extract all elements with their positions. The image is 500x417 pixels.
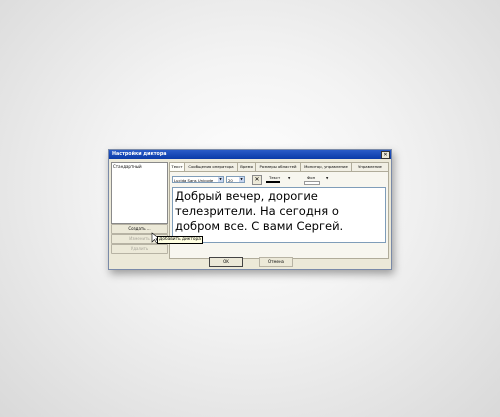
close-icon: ✕ <box>254 176 260 183</box>
font-name-select[interactable]: Lucida Sans Unicode ▼ <box>172 176 224 183</box>
tab-area-sizes[interactable]: Размеры областей <box>255 162 301 171</box>
ok-button[interactable]: OK <box>209 257 243 267</box>
window-title: Настройки диктора <box>112 152 167 157</box>
settings-tabs: Текст Сообщения оператора Время Размеры … <box>169 162 389 172</box>
tab-monitor-control[interactable]: Монитор, управление <box>300 162 352 171</box>
tab-time[interactable]: Время <box>237 162 256 171</box>
chevron-down-icon[interactable]: ▼ <box>239 177 244 182</box>
chevron-down-icon[interactable]: ▼ <box>218 177 223 182</box>
tab-control[interactable]: Управление <box>351 162 389 171</box>
list-item[interactable]: Стандартный <box>112 163 167 170</box>
clear-text-button[interactable]: ✕ <box>252 175 262 185</box>
announcer-list[interactable]: Стандартный <box>111 162 168 224</box>
background-color-swatch[interactable] <box>304 181 320 185</box>
close-icon: ✕ <box>383 152 388 158</box>
sample-text-editor[interactable]: Добрый вечер, дорогие телезрители. На се… <box>172 187 386 243</box>
close-button[interactable]: ✕ <box>381 151 390 159</box>
font-size-value: 20 <box>228 178 233 183</box>
title-bar[interactable]: Настройки диктора ✕ <box>109 150 391 159</box>
tooltip: Добавить диктора <box>157 236 203 244</box>
chevron-down-icon[interactable]: ▼ <box>326 176 328 180</box>
font-name-value: Lucida Sans Unicode <box>174 178 214 183</box>
text-color-swatch[interactable] <box>266 181 280 183</box>
cancel-button[interactable]: Отмена <box>259 257 293 267</box>
chevron-down-icon[interactable]: ▼ <box>288 176 290 180</box>
announcer-settings-window: Настройки диктора ✕ Стандартный Создать … <box>108 149 392 270</box>
text-color-label: Текст <box>269 175 281 180</box>
text-tab-panel: Lucida Sans Unicode ▼ 20 ▼ ✕ Текст ▼ Фон… <box>169 171 389 259</box>
background-color-label: Фон <box>307 175 316 180</box>
delete-announcer-button[interactable]: Удалить <box>111 244 168 254</box>
tab-operator-messages[interactable]: Сообщения оператора <box>184 162 238 171</box>
font-size-select[interactable]: 20 ▼ <box>226 176 245 183</box>
